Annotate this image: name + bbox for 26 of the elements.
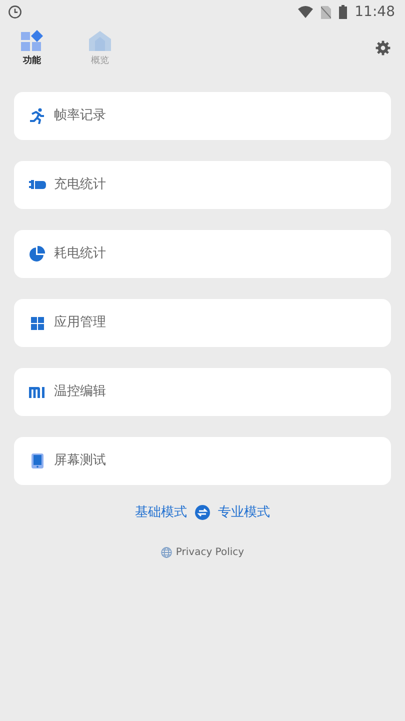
tab[interactable]: 功能 [10,30,54,67]
basic-mode-link[interactable]: 基础模式 [135,503,187,522]
tablet-icon [30,453,44,469]
switch-icon[interactable] [195,505,210,520]
menu-card[interactable]: 屏幕测试 [14,437,391,485]
runner-icon [29,108,45,124]
pro-mode-link[interactable]: 专业模式 [218,503,270,522]
status-time: 11:48 [354,2,395,22]
globe-icon [160,546,172,558]
battery-icon [338,5,347,19]
no-sim-icon [320,6,331,18]
menu-card[interactable]: 充电统计 [14,161,391,209]
grid-icon [30,316,44,330]
plug-icon [28,179,46,191]
menu-card[interactable]: 温控编辑 [14,368,391,416]
wifi-icon [298,6,313,18]
mi-logo-icon [29,386,45,398]
clock-icon [8,5,22,19]
house-icon [87,30,113,52]
privacy-policy-link[interactable]: Privacy Policy [176,544,244,560]
settings-icon[interactable] [375,40,391,56]
tiles-icon [20,30,44,52]
pie-chart-icon [29,246,45,262]
menu-card[interactable]: 耗电统计 [14,230,391,278]
menu-card[interactable]: 帧率记录 [14,92,391,140]
menu-card[interactable]: 应用管理 [14,299,391,347]
